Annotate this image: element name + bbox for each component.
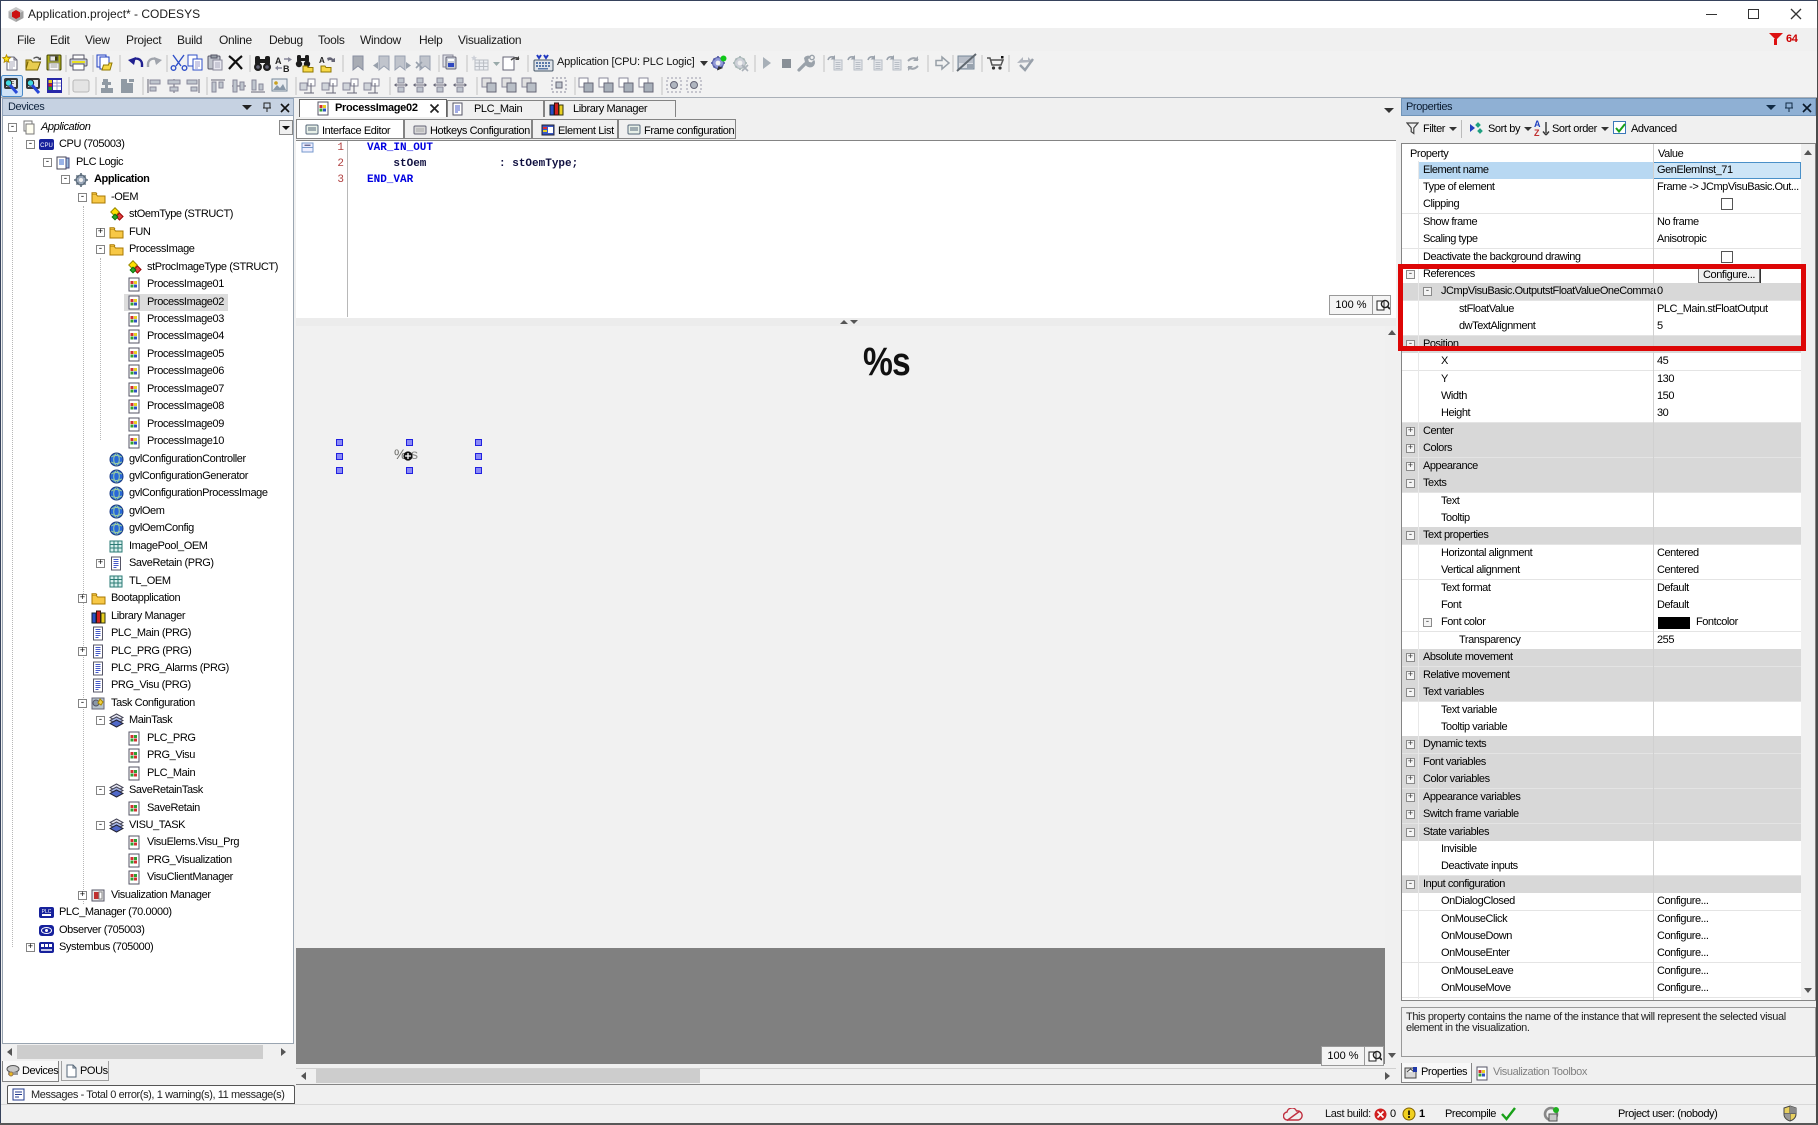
svg-text:A: A (275, 56, 282, 66)
svg-text:B: B (283, 64, 290, 74)
svg-text:CPU: CPU (40, 143, 53, 149)
svg-text:A: A (319, 56, 325, 65)
